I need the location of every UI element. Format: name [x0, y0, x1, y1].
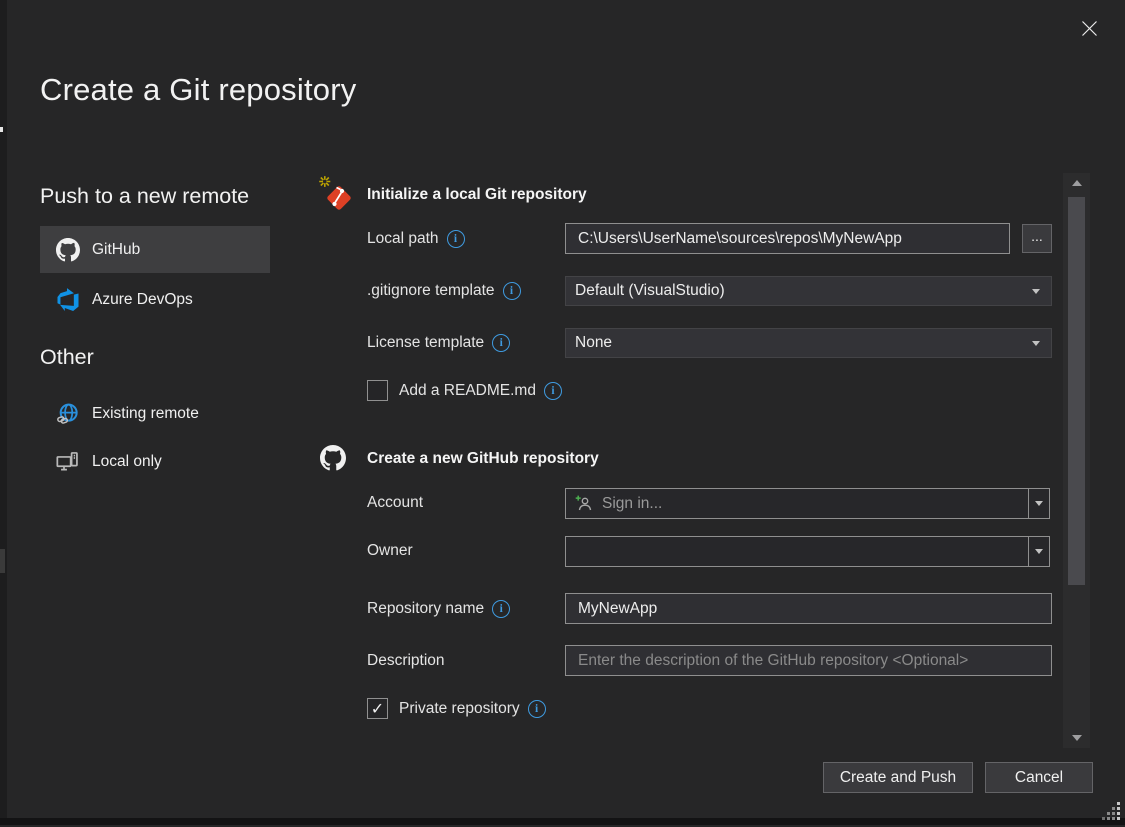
- local-path-label-row: Local path i: [367, 229, 465, 249]
- sidebar-item-existing-remote[interactable]: Existing remote: [40, 390, 270, 437]
- sidebar-item-existing-label: Existing remote: [92, 405, 199, 423]
- gitignore-label: .gitignore template: [367, 282, 495, 300]
- license-label-row: License template i: [367, 333, 510, 353]
- description-label: Description: [367, 651, 445, 671]
- sidebar-item-local-only[interactable]: Local only: [40, 438, 270, 485]
- sidebar-heading-other: Other: [40, 345, 94, 370]
- info-icon[interactable]: i: [492, 600, 510, 618]
- private-checkbox[interactable]: ✓: [367, 698, 388, 719]
- info-icon[interactable]: i: [492, 334, 510, 352]
- github-section-heading: Create a new GitHub repository: [367, 450, 599, 468]
- info-icon[interactable]: i: [503, 282, 521, 300]
- local-path-label: Local path: [367, 230, 439, 248]
- owner-label: Owner: [367, 541, 413, 561]
- account-label: Account: [367, 493, 423, 513]
- browse-button[interactable]: ...: [1022, 224, 1052, 253]
- gitignore-template-dropdown[interactable]: Default (VisualStudio): [565, 276, 1052, 306]
- license-label: License template: [367, 334, 484, 352]
- info-icon[interactable]: i: [447, 230, 465, 248]
- private-checkbox-row: ✓ Private repository i: [367, 698, 546, 719]
- github-icon: [56, 238, 80, 262]
- repo-name-input[interactable]: [565, 593, 1052, 624]
- chevron-down-icon: [1035, 501, 1043, 506]
- sidebar-item-azure-devops[interactable]: Azure DevOps: [40, 276, 270, 323]
- readme-checkbox[interactable]: [367, 380, 388, 401]
- gitignore-label-row: .gitignore template i: [367, 281, 521, 301]
- readme-checkbox-row: Add a README.md i: [367, 380, 562, 401]
- description-input[interactable]: [565, 645, 1052, 676]
- license-template-dropdown[interactable]: None: [565, 328, 1052, 358]
- sidebar-item-github[interactable]: GitHub: [40, 226, 270, 273]
- check-icon: ✓: [371, 699, 384, 719]
- account-combobox[interactable]: Sign in...: [565, 488, 1050, 519]
- account-placeholder: Sign in...: [602, 495, 662, 513]
- sidebar-heading-push-remote: Push to a new remote: [40, 184, 249, 209]
- window-bottom-edge: [0, 818, 1125, 825]
- left-edge-tick: [0, 127, 3, 132]
- close-icon: [1081, 20, 1098, 42]
- owner-dropdown-button[interactable]: [1028, 537, 1049, 566]
- sidebar-item-github-label: GitHub: [92, 241, 140, 259]
- info-icon[interactable]: i: [528, 700, 546, 718]
- scroll-down-icon[interactable]: [1072, 735, 1082, 741]
- scroll-up-icon[interactable]: [1072, 180, 1082, 186]
- cancel-button[interactable]: Cancel: [985, 762, 1093, 793]
- sidebar-item-local-label: Local only: [92, 453, 162, 471]
- chevron-down-icon: [1035, 549, 1043, 554]
- gitignore-template-value: Default (VisualStudio): [575, 282, 725, 300]
- local-path-input[interactable]: [565, 223, 1010, 254]
- dialog-title: Create a Git repository: [40, 72, 356, 108]
- window-left-edge: [0, 0, 7, 825]
- account-dropdown-button[interactable]: [1028, 489, 1049, 518]
- sidebar-item-azure-label: Azure DevOps: [92, 291, 193, 309]
- repo-name-label-row: Repository name i: [367, 599, 510, 619]
- scrollbar-thumb[interactable]: [1068, 197, 1085, 585]
- azure-devops-icon: [56, 288, 80, 312]
- readme-label: Add a README.md: [399, 382, 536, 400]
- chevron-down-icon: [1032, 289, 1040, 294]
- private-label: Private repository: [399, 700, 520, 718]
- github-icon: [320, 445, 346, 476]
- globe-link-icon: [56, 402, 80, 426]
- chevron-down-icon: [1032, 341, 1040, 346]
- left-edge-tick-2: [0, 549, 5, 573]
- license-template-value: None: [575, 334, 612, 352]
- vertical-scrollbar[interactable]: [1063, 173, 1090, 748]
- repo-name-label: Repository name: [367, 600, 484, 618]
- computer-icon: [56, 450, 80, 474]
- add-user-icon: [574, 494, 594, 514]
- create-and-push-button[interactable]: Create and Push: [823, 762, 973, 793]
- owner-combobox[interactable]: [565, 536, 1050, 567]
- git-new-icon: [316, 174, 358, 221]
- close-button[interactable]: [1074, 16, 1104, 46]
- resize-grip[interactable]: [1102, 802, 1122, 827]
- local-section-heading: Initialize a local Git repository: [367, 186, 587, 204]
- info-icon[interactable]: i: [544, 382, 562, 400]
